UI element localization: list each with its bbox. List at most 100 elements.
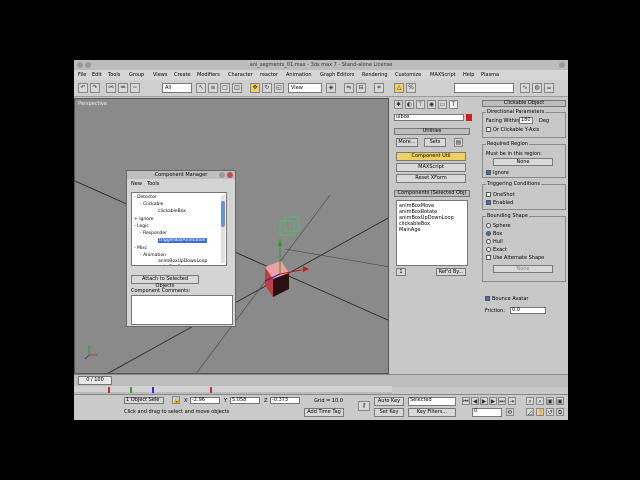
menu-maxscript[interactable]: MAXScript [430,70,456,80]
pan-icon[interactable]: ✋ [536,408,544,416]
tree-item[interactable]: - Responder [140,231,167,236]
next-frame-icon[interactable]: ▶ [489,397,497,405]
menu-edit[interactable]: Edit [92,70,102,80]
refd-by-button[interactable]: Ref'd By... [436,268,466,276]
auto-key-button[interactable]: Auto Key [374,397,404,406]
hull-radio[interactable] [486,239,491,244]
x-coordinate-field[interactable]: -2.96 [190,397,220,404]
track-bar[interactable] [74,386,392,394]
zoom-all-icon[interactable]: ⌕ [536,397,544,405]
unlink-icon[interactable]: ⚮ [118,83,128,93]
clickable-y-axis-checkbox[interactable] [486,127,491,132]
enabled-checkbox[interactable] [486,200,491,205]
bounce-avatar-checkbox[interactable] [485,296,490,301]
tree-item[interactable]: + Ignore [134,217,154,222]
components-list[interactable]: animBoxMove animBoxRotate animBoxUpDownL… [396,200,468,266]
menu-reactor[interactable]: reactor [260,70,278,80]
tree-scrollbar[interactable] [221,195,225,263]
configure-sets-icon[interactable]: ▤ [454,138,463,147]
component-util-button[interactable]: Component Util [396,152,466,161]
previous-frame-icon[interactable]: ◀ [471,397,479,405]
key-mode-dropdown[interactable]: Selected [408,397,456,406]
zoom-icon[interactable]: ⌕ [526,397,534,405]
link-icon[interactable]: ⚯ [106,83,116,93]
percent-snap-icon[interactable]: % [406,83,416,93]
dialog-menu-new[interactable]: New [131,181,142,187]
redo-icon[interactable]: ↷ [90,83,100,93]
clickable-object-rollout[interactable]: Clickable Object [482,100,566,107]
menu-modifiers[interactable]: Modifiers [197,70,220,80]
menu-file[interactable]: File [78,70,86,80]
tree-item[interactable]: clickableBox [158,209,186,214]
arc-rotate-icon[interactable]: ↺ [546,408,554,416]
more-button[interactable]: More... [396,138,418,147]
exact-radio[interactable] [486,247,491,252]
menu-customize[interactable]: Customize [395,70,421,80]
object-color-swatch[interactable] [466,114,472,121]
set-key-button[interactable]: Set Key [374,408,404,417]
ignore-checkbox[interactable] [486,170,491,175]
friction-field[interactable]: 0.0 [510,307,546,314]
tree-item[interactable]: animBoxRotate [158,265,192,266]
undo-icon[interactable]: ↶ [78,83,88,93]
add-time-tag-button[interactable]: Add Time Tag [304,408,344,417]
reset-xform-button[interactable]: Reset XForm [396,174,466,183]
zoom-icon[interactable] [559,62,565,68]
tree-scroll-thumb[interactable] [221,201,225,227]
go-to-end-icon[interactable]: ⏭ [498,397,506,405]
mirror-icon[interactable]: ⇋ [344,83,354,93]
current-frame-field[interactable]: 0 [472,408,502,417]
lock-selection-icon[interactable]: 🔒 [172,396,180,404]
field-of-view-icon[interactable]: ◿ [526,408,534,416]
material-editor-icon[interactable]: ◍ [532,83,542,93]
time-slider-thumb[interactable]: 0 / 100 [78,376,112,385]
menu-create[interactable]: Create [174,70,191,80]
component-tree[interactable]: - Detector - Clickable clickableBox + Ig… [131,192,227,266]
modify-tab-icon[interactable]: ◐ [405,100,414,109]
oneshot-checkbox[interactable] [486,192,491,197]
snap-toggle-icon[interactable]: ⌗ [374,83,384,93]
menu-character[interactable]: Character [228,70,253,80]
tree-item[interactable]: animBoxUpDownLoop [158,259,207,264]
utilities-tab-icon[interactable]: T [449,100,458,109]
set-key-icon[interactable]: ⚷ [358,401,370,411]
z-coordinate-field[interactable]: -0.373 [270,397,300,404]
menu-views[interactable]: Views [153,70,167,80]
object-name-field[interactable]: ulbox [394,114,464,121]
dialog-close-icon[interactable] [227,172,233,178]
curve-editor-icon[interactable]: ∿ [520,83,530,93]
key-mode-toggle-icon[interactable]: ⇥ [508,397,516,405]
select-object-icon[interactable]: ↖ [196,83,206,93]
window-crossing-icon[interactable]: ◫ [232,83,242,93]
attach-to-selected-button[interactable]: Attach to Selected Objects [131,275,199,289]
menu-rendering[interactable]: Rendering [362,70,388,80]
sphere-radio[interactable] [486,223,491,228]
menu-plasma[interactable]: Plasma [481,70,499,80]
close-icon[interactable] [77,62,83,68]
menu-tools[interactable]: Tools [108,70,120,80]
minimize-icon[interactable] [85,62,91,68]
region-select-icon[interactable]: □ [220,83,230,93]
time-configuration-icon[interactable]: ⚙ [506,408,514,416]
bind-space-warp-icon[interactable]: ~ [130,83,140,93]
comments-textarea[interactable] [131,295,233,325]
select-by-name-icon[interactable]: ≡ [208,83,218,93]
pivot-center-icon[interactable]: ◈ [326,83,336,93]
reference-coordinate-dropdown[interactable]: View [288,83,322,93]
select-rotate-icon[interactable]: ↻ [262,83,272,93]
motion-tab-icon[interactable]: ◉ [427,100,436,109]
components-page-button[interactable]: 1 [396,268,406,276]
align-icon[interactable]: ⊟ [356,83,366,93]
menu-group[interactable]: Group [129,70,144,80]
dialog-minimize-icon[interactable] [219,172,225,178]
key-filters-button[interactable]: Key Filters... [408,408,456,417]
box-radio[interactable] [486,231,491,236]
select-scale-icon[interactable]: ◱ [274,83,284,93]
alternate-shape-none-button[interactable]: None [493,265,553,273]
sets-button[interactable]: Sets [424,138,446,147]
tree-item-selected[interactable]: triggerBoxAnimation [158,238,207,243]
selection-filter-dropdown[interactable]: All [162,83,192,93]
menu-animation[interactable]: Animation [286,70,312,80]
tree-item[interactable]: - Animation [140,253,166,258]
maximize-viewport-icon[interactable]: ⧉ [556,408,564,416]
